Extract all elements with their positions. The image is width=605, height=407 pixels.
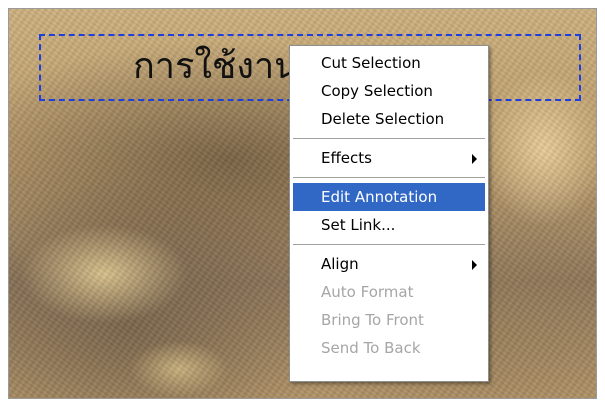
menu-item-effects-label: Effects [321,149,372,167]
context-menu: Cut Selection Copy Selection Delete Sele… [289,45,489,382]
slide-title: การใช้งาน [133,46,299,87]
menu-item-align[interactable]: Align [293,250,485,278]
submenu-arrow-icon [472,154,477,164]
menu-item-send-to-back: Send To Back [321,339,421,357]
menu-separator [293,177,485,178]
submenu-arrow-icon [472,260,477,270]
menu-item-cut-selection[interactable]: Cut Selection [293,49,485,77]
menu-separator [293,244,485,245]
menu-item-edit-annotation[interactable]: Edit Annotation [293,183,485,211]
menu-item-copy-selection[interactable]: Copy Selection [293,77,485,105]
menu-item-auto-format: Auto Format [321,283,414,301]
menu-item-effects[interactable]: Effects [293,144,485,172]
menu-item-set-link[interactable]: Set Link... [293,211,485,239]
menu-separator [293,138,485,139]
menu-item-bring-to-front: Bring To Front [321,311,424,329]
menu-item-align-label: Align [321,255,359,273]
menu-item-delete-selection[interactable]: Delete Selection [293,105,485,133]
